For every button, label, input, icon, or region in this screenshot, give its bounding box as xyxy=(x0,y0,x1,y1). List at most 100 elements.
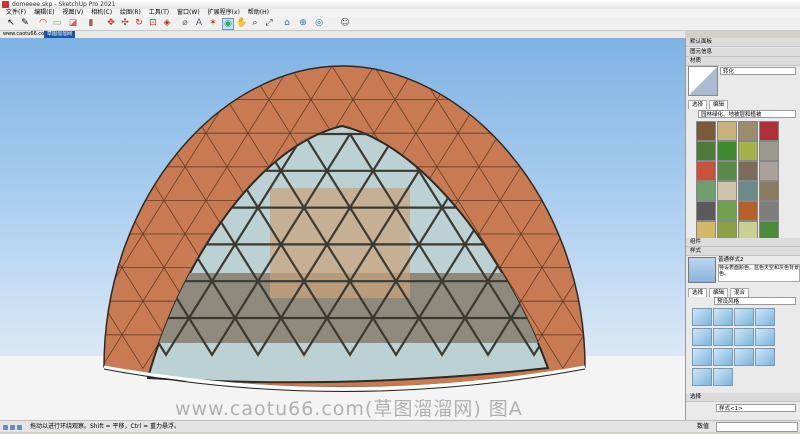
style-thumb[interactable] xyxy=(713,368,733,386)
material-swatch[interactable] xyxy=(717,141,737,161)
pan-icon[interactable]: ✋ xyxy=(236,18,247,28)
material-swatch[interactable] xyxy=(738,141,758,161)
material-swatch[interactable] xyxy=(759,161,779,181)
material-swatch[interactable] xyxy=(696,161,716,181)
style-thumb[interactable] xyxy=(692,308,712,326)
menu-help[interactable]: 帮助(H) xyxy=(248,9,269,16)
material-name-field[interactable]: 转化 xyxy=(720,67,796,75)
geo-icon[interactable] xyxy=(3,425,8,430)
material-swatch[interactable] xyxy=(738,121,758,141)
menu-draw[interactable]: 绘图(R) xyxy=(120,9,141,16)
tab-styles-edit[interactable]: 编辑 xyxy=(709,288,729,297)
menu-tools[interactable]: 工具(T) xyxy=(149,9,169,16)
style-thumb[interactable] xyxy=(692,348,712,366)
material-swatch[interactable] xyxy=(738,201,758,221)
push-pull-icon[interactable]: ✥ xyxy=(106,18,116,28)
text-icon[interactable]: A xyxy=(194,18,204,28)
scene-tab[interactable]: 草图溜溜网 xyxy=(44,31,76,38)
dome-strut xyxy=(626,133,668,167)
dome-strut xyxy=(457,66,501,101)
info-icon[interactable] xyxy=(17,425,22,430)
materials-header[interactable]: 材质 xyxy=(686,57,800,66)
material-swatch[interactable] xyxy=(759,201,779,221)
style-description: 特设表面颜色。蓝色天空和灰色背景色。 xyxy=(718,264,800,282)
scale-icon[interactable]: ⊡ xyxy=(148,18,158,28)
watermark-text: www.caotu66.com(草图溜溜网) 图A xyxy=(175,398,523,420)
zoom-extents-icon[interactable]: ⤢ xyxy=(264,18,274,28)
material-collection-dropdown[interactable]: 园林绿化、地被层和植被 xyxy=(698,110,796,118)
rotate-icon[interactable]: ↻ xyxy=(134,18,144,28)
style-thumb[interactable] xyxy=(713,328,733,346)
style-thumb[interactable] xyxy=(734,348,754,366)
menu-file[interactable]: 文件(F) xyxy=(6,9,26,16)
menu-edit[interactable]: 编辑(E) xyxy=(34,9,54,16)
dome-strut xyxy=(583,267,585,302)
model-viewport[interactable]: www.caotu66.com(草图溜溜网) 图A xyxy=(0,38,685,420)
extension-icon[interactable]: ⊕ xyxy=(298,18,308,28)
material-swatch[interactable] xyxy=(717,161,737,181)
tab-styles-select[interactable]: 选择 xyxy=(688,288,708,297)
dome-strut xyxy=(626,335,668,369)
entity-info-header[interactable]: 图元信息 xyxy=(686,48,800,57)
dome-strut xyxy=(583,334,585,370)
credits-icon[interactable] xyxy=(10,425,15,430)
material-swatch[interactable] xyxy=(759,121,779,141)
material-swatch[interactable] xyxy=(759,141,779,161)
style-thumb[interactable] xyxy=(692,328,712,346)
dome-strut xyxy=(583,132,585,168)
style-thumb[interactable] xyxy=(734,328,754,346)
eraser-icon[interactable]: ◪ xyxy=(68,18,78,28)
style-thumb[interactable] xyxy=(755,308,775,326)
zoom-icon[interactable]: ⌕ xyxy=(250,18,260,28)
user-icon[interactable]: ☺ xyxy=(340,18,350,28)
dome-strut xyxy=(562,166,585,202)
menu-extensions[interactable]: 扩展程序(x) xyxy=(208,9,240,16)
material-swatch[interactable] xyxy=(696,121,716,141)
material-swatch[interactable] xyxy=(717,201,737,221)
style-thumb[interactable] xyxy=(755,348,775,366)
rectangle-icon[interactable]: ▭ xyxy=(52,18,62,28)
components-header[interactable]: 组件 xyxy=(686,238,800,247)
select-icon[interactable]: ↖ xyxy=(6,18,16,28)
pencil-icon[interactable]: ✎ xyxy=(20,18,30,28)
style-thumb[interactable] xyxy=(692,368,712,386)
style-thumb[interactable] xyxy=(713,348,733,366)
material-swatch[interactable] xyxy=(696,201,716,221)
status-hint: 拖动以进行环绕观察。Shift = 平移，Ctrl = 重力悬浮。 xyxy=(30,423,180,430)
dome-strut xyxy=(647,234,685,268)
layers-dropdown[interactable]: 样式<1> xyxy=(716,404,796,412)
menu-window[interactable]: 窗口(W) xyxy=(177,9,200,16)
material-swatch[interactable] xyxy=(759,181,779,201)
axes-icon[interactable]: ✶ xyxy=(208,18,218,28)
material-swatch[interactable] xyxy=(717,121,737,141)
material-swatch[interactable] xyxy=(696,141,716,161)
tab-edit[interactable]: 编辑 xyxy=(709,100,729,109)
menu-camera[interactable]: 相机(C) xyxy=(91,9,112,16)
warehouse-icon[interactable]: ⌂ xyxy=(282,18,292,28)
styles-header[interactable]: 样式 xyxy=(686,247,800,256)
model-info-icon[interactable]: ◎ xyxy=(314,18,324,28)
style-thumb[interactable] xyxy=(734,308,754,326)
style-thumb[interactable] xyxy=(755,328,775,346)
material-swatch[interactable] xyxy=(717,181,737,201)
move-icon[interactable]: ✣ xyxy=(120,18,130,28)
style-thumb[interactable] xyxy=(713,308,733,326)
tape-measure-icon[interactable]: ⌀ xyxy=(180,18,190,28)
dome-strut xyxy=(541,66,585,101)
paint-bucket-icon[interactable]: ▮ xyxy=(86,18,96,28)
style-collection-dropdown[interactable]: 预设风格 xyxy=(714,297,796,305)
tab-styles-mix[interactable]: 混合 xyxy=(730,288,750,297)
offset-icon[interactable]: ◈ xyxy=(162,18,172,28)
material-swatch[interactable] xyxy=(696,181,716,201)
style-preview xyxy=(688,257,716,283)
tab-select[interactable]: 选择 xyxy=(688,100,708,109)
dome-strut xyxy=(605,100,647,134)
orbit-icon[interactable]: ◉ xyxy=(222,18,234,30)
menu-bar: 文件(F) 编辑(E) 视图(V) 相机(C) 绘图(R) 工具(T) 窗口(W… xyxy=(0,9,800,17)
dome-strut xyxy=(520,99,564,134)
menu-view[interactable]: 视图(V) xyxy=(62,9,83,16)
geodesic-dome-model xyxy=(103,65,685,392)
material-swatch[interactable] xyxy=(738,161,758,181)
arc-icon[interactable]: ◠ xyxy=(38,18,48,28)
material-swatch[interactable] xyxy=(738,181,758,201)
